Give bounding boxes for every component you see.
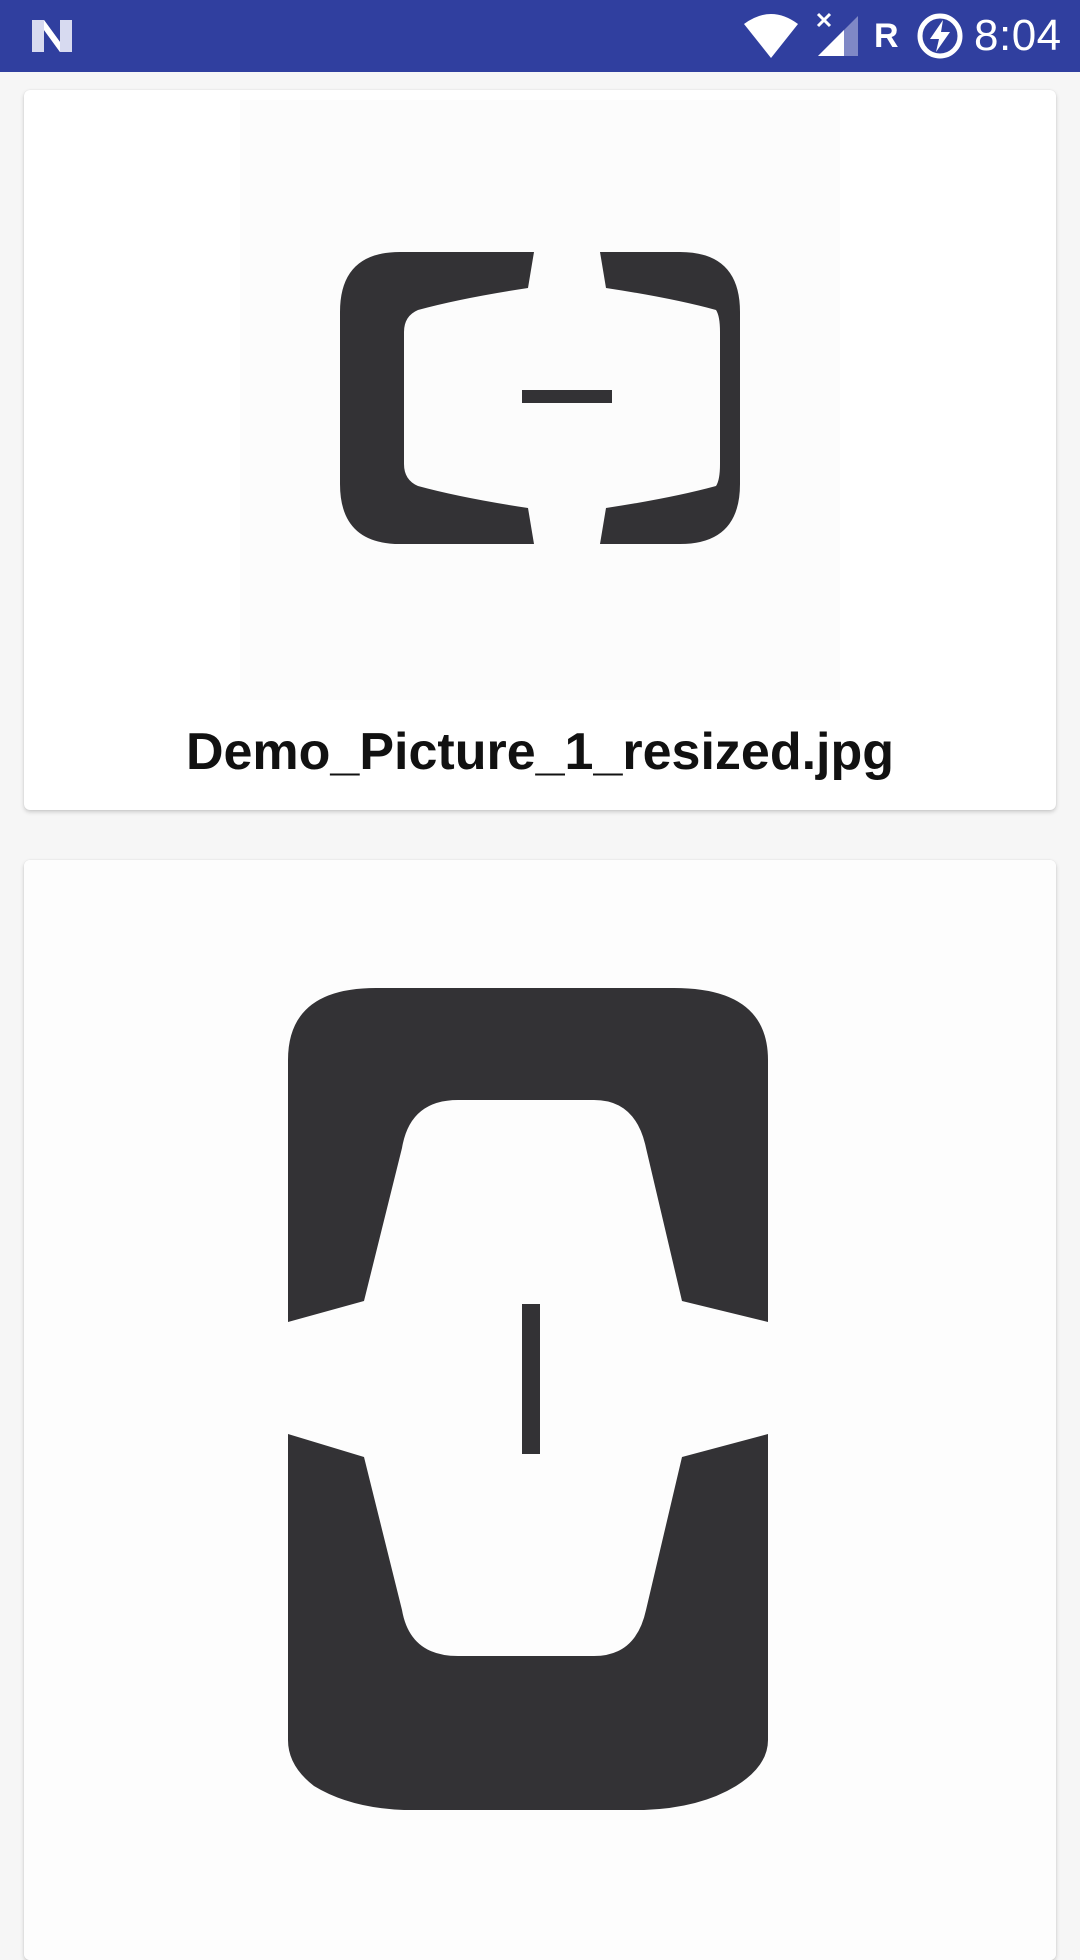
gallery-thumbnail[interactable] xyxy=(24,860,1056,1960)
gallery-item[interactable]: Demo_Picture_1_resized.jpg xyxy=(24,90,1056,810)
gallery-item[interactable] xyxy=(24,860,1056,1960)
roaming-indicator: R xyxy=(874,17,899,55)
n-logo-icon xyxy=(32,20,72,52)
status-time: 8:04 xyxy=(974,11,1062,60)
gallery-thumbnail[interactable] xyxy=(240,100,840,700)
battery-charging-icon xyxy=(917,13,963,59)
status-bar: R 8:04 xyxy=(0,0,1080,72)
aliyun-logo-horizontal xyxy=(340,252,740,544)
cell-signal-no-data-icon xyxy=(816,12,858,56)
wifi-icon xyxy=(744,14,798,58)
aliyun-logo-vertical xyxy=(288,988,768,1810)
gallery-item-caption: Demo_Picture_1_resized.jpg xyxy=(185,723,895,781)
